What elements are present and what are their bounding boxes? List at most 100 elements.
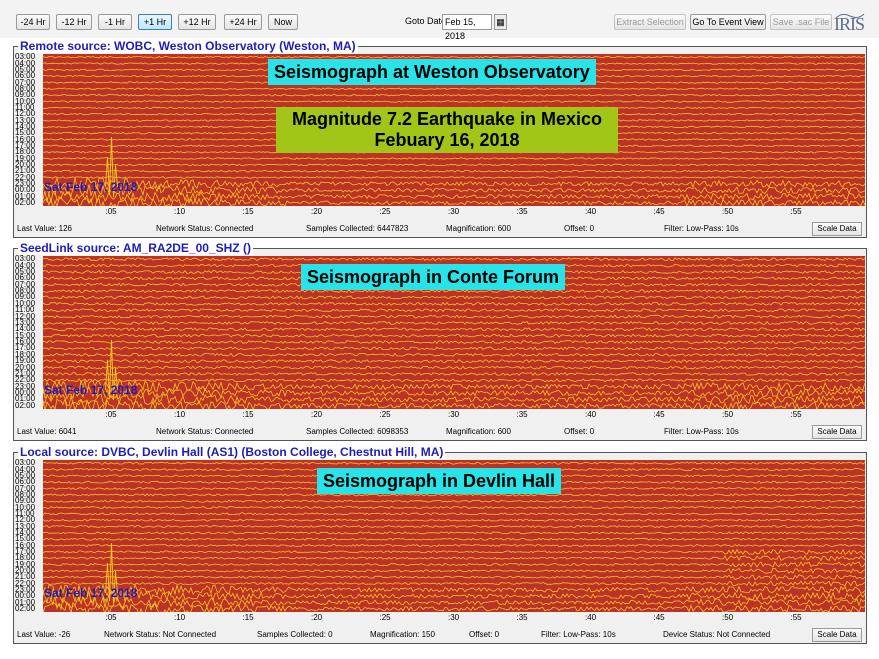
panel-title: Local source: DVBC, Devlin Hall (AS1) (B… xyxy=(18,445,446,459)
scale-data-button[interactable]: Scale Data xyxy=(812,628,862,642)
trace-line xyxy=(43,359,865,364)
trace-line xyxy=(43,55,865,59)
minute-label: :55 xyxy=(790,207,802,216)
calendar-icon[interactable]: ▦ xyxy=(494,14,507,30)
plus-12hr-button[interactable]: +12 Hr xyxy=(178,14,216,30)
minus-12hr-button[interactable]: -12 Hr xyxy=(56,14,92,30)
goto-date-input[interactable]: Feb 15, 2018 xyxy=(442,14,492,41)
network-status: Network Status: Connected xyxy=(156,224,254,233)
trace-line xyxy=(43,189,865,203)
go-to-event-view-button[interactable]: Go To Event View xyxy=(690,14,766,30)
minute-label: :20 xyxy=(311,410,323,419)
earthquake-date: Febuary 16, 2018 xyxy=(374,130,520,150)
earthquake-title: Magnitude 7.2 Earthquake in Mexico xyxy=(291,109,603,129)
status-bar: Last Value: 6041 Network Status: Connect… xyxy=(14,422,866,440)
trace-line xyxy=(43,397,865,409)
minute-label: :25 xyxy=(379,410,391,419)
now-button[interactable]: Now xyxy=(268,14,298,30)
date-overlay: Sat Feb 17, 2018 xyxy=(44,383,138,397)
date-overlay: Sat Feb 17, 2018 xyxy=(44,586,138,600)
trace-line xyxy=(43,257,865,262)
offset: Offset: 0 xyxy=(469,630,500,639)
trace-line xyxy=(43,567,865,574)
trace-line xyxy=(43,320,865,325)
trace-line xyxy=(43,340,865,345)
conte-forum-banner: Seismograph in Conte Forum xyxy=(301,264,566,290)
weston-banner: Seismograph at Weston Observatory xyxy=(268,59,596,85)
trace-line xyxy=(43,289,865,294)
minute-axis: :05:10:15:20:25:30:35:40:45:50:55 xyxy=(43,612,865,624)
last-value: Last Value: 126 xyxy=(17,224,73,233)
minute-label: :25 xyxy=(379,613,391,622)
panel-title: Remote source: WOBC, Weston Observatory … xyxy=(18,39,358,53)
panel-title: SeedLink source: AM_RA2DE_00_SHZ () xyxy=(18,241,253,255)
trace-line xyxy=(43,365,865,370)
minute-label: :35 xyxy=(516,410,528,419)
samples-collected: Samples Collected: 0 xyxy=(257,630,333,639)
extract-selection-button[interactable]: Extract Selection xyxy=(614,14,686,30)
minute-label: :55 xyxy=(790,410,802,419)
magnification: Magnification: 600 xyxy=(446,224,511,233)
trace-line xyxy=(43,574,865,581)
local-source-panel: Local source: DVBC, Devlin Hall (AS1) (B… xyxy=(13,445,867,644)
minute-label: :50 xyxy=(722,207,734,216)
trace-line xyxy=(43,543,865,547)
device-status: Device Status: Not Connected xyxy=(663,630,771,639)
trace-line xyxy=(43,352,865,357)
network-status: Network Status: Not Connected xyxy=(104,630,217,639)
offset: Offset: 0 xyxy=(564,427,595,436)
minute-label: :25 xyxy=(379,207,391,216)
minute-label: :10 xyxy=(174,207,186,216)
trace-line xyxy=(43,505,865,509)
hour-axis: 03:00 04:00 05:00 06:00 07:00 08:00 09:00 10:00… xyxy=(15,459,41,613)
offset: Offset: 0 xyxy=(564,224,595,233)
hour-label: 02:00 xyxy=(15,603,36,613)
trace-line xyxy=(43,183,865,198)
minute-label: :30 xyxy=(448,207,460,216)
trace-line xyxy=(43,196,865,206)
plus-24hr-button[interactable]: +24 Hr xyxy=(224,14,262,30)
trace-line xyxy=(43,518,865,522)
iris-logo: IRIS xyxy=(834,13,865,34)
scale-data-button[interactable]: Scale Data xyxy=(812,425,862,439)
minute-label: :30 xyxy=(448,410,460,419)
trace-line xyxy=(43,554,865,562)
minute-label: :40 xyxy=(585,613,597,622)
minute-label: :50 xyxy=(722,613,734,622)
minute-label: :45 xyxy=(653,613,665,622)
trace-line xyxy=(43,87,865,91)
scale-data-button[interactable]: Scale Data xyxy=(812,222,862,236)
minute-label: :45 xyxy=(653,207,665,216)
trace-line xyxy=(43,512,865,516)
minute-label: :40 xyxy=(585,207,597,216)
samples-collected: Samples Collected: 6447823 xyxy=(306,224,409,233)
magnification: Magnification: 150 xyxy=(370,630,435,639)
devlin-hall-banner: Seismograph in Devlin Hall xyxy=(317,468,562,494)
minute-label: :05 xyxy=(105,207,117,216)
minus-1hr-button[interactable]: -1 Hr xyxy=(98,14,132,30)
hour-axis: 03:00 04:00 05:00 06:00 07:00 08:00 09:00 10:00… xyxy=(15,255,41,410)
toolbar: -24 Hr -12 Hr -1 Hr +1 Hr +12 Hr +24 Hr … xyxy=(0,0,879,41)
plus-1hr-button[interactable]: +1 Hr xyxy=(138,14,172,30)
seedlink-source-panel: SeedLink source: AM_RA2DE_00_SHZ () 03:0… xyxy=(13,241,867,441)
status-bar: Last Value: -26 Network Status: Not Conn… xyxy=(14,625,866,643)
hour-axis: 03:00 04:00 05:00 06:00 07:00 08:00 09:00 10:00… xyxy=(15,53,41,207)
minute-label: :05 xyxy=(105,613,117,622)
trace-line xyxy=(43,93,865,97)
trace-line xyxy=(43,308,865,313)
trace-line xyxy=(43,537,865,541)
trace-line xyxy=(43,163,865,167)
trace-line xyxy=(43,580,865,587)
filter: Filter: Low-Pass: 10s xyxy=(541,630,616,639)
trace-line xyxy=(43,524,865,529)
minute-label: :05 xyxy=(105,410,117,419)
trace-line xyxy=(43,327,865,332)
trace-line xyxy=(43,295,865,300)
save-sac-file-button[interactable]: Save .sac File xyxy=(770,14,832,30)
last-value: Last Value: 6041 xyxy=(17,427,77,436)
minute-label: :40 xyxy=(585,410,597,419)
minute-label: :15 xyxy=(242,410,254,419)
filter: Filter: Low-Pass: 10s xyxy=(664,224,739,233)
minute-label: :45 xyxy=(653,410,665,419)
minus-24hr-button[interactable]: -24 Hr xyxy=(16,14,50,30)
